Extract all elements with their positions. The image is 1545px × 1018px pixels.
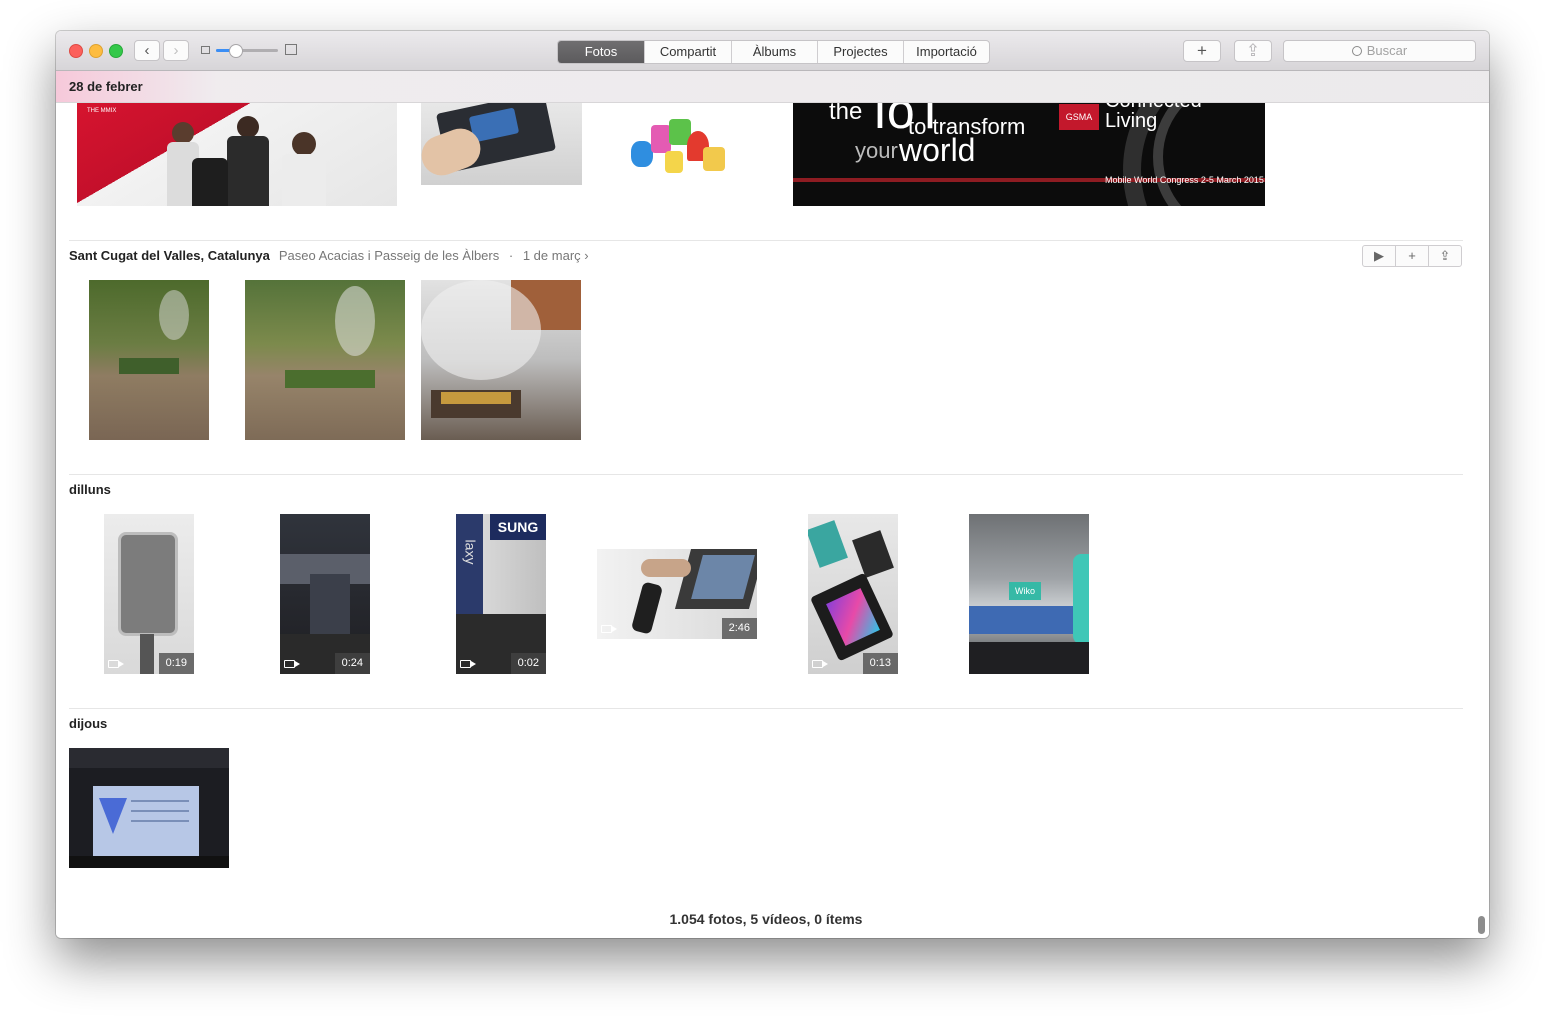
share-moment-button[interactable]: ⇪ bbox=[1428, 246, 1461, 266]
moment-title: Sant Cugat del Valles, Catalunya bbox=[69, 248, 270, 263]
video-camera-icon bbox=[284, 660, 300, 668]
tab-projectes[interactable]: Projectes bbox=[817, 41, 903, 63]
video-duration: 0:24 bbox=[334, 653, 370, 674]
video-camera-icon bbox=[108, 660, 124, 668]
add-button[interactable]: + bbox=[1183, 40, 1221, 62]
wiko-text: Wiko bbox=[1009, 582, 1041, 600]
search-field[interactable]: Buscar bbox=[1283, 40, 1476, 62]
video-thumbnail[interactable]: 0:24 bbox=[280, 514, 370, 674]
vertical-scrollbar[interactable] bbox=[1478, 916, 1485, 934]
video-thumbnail[interactable]: SUNG laxy 0:02 bbox=[456, 514, 546, 674]
poster-text: the bbox=[829, 102, 863, 125]
sticky-date-label: 28 de febrer bbox=[69, 79, 143, 94]
moment-header[interactable]: Sant Cugat del Valles, Catalunya Paseo Ac… bbox=[69, 248, 589, 263]
sticky-date-header: 28 de febrer bbox=[56, 71, 1489, 103]
moment-actions: ▶ + ⇪ bbox=[1362, 245, 1462, 267]
poster-text: Living bbox=[1105, 110, 1158, 132]
moment-header[interactable]: dilluns bbox=[69, 482, 111, 497]
video-duration: 0:02 bbox=[510, 653, 546, 674]
forward-button[interactable]: › bbox=[163, 40, 189, 61]
tab-importacio[interactable]: Importació bbox=[903, 41, 989, 63]
photo-thumbnail[interactable] bbox=[69, 748, 229, 868]
photo-thumbnail[interactable] bbox=[621, 111, 731, 186]
photo-thumbnail[interactable] bbox=[245, 280, 405, 440]
section-divider bbox=[69, 708, 1463, 709]
poster-text: your bbox=[855, 138, 898, 163]
photo-thumbnail[interactable] bbox=[421, 280, 581, 440]
zoom-slider[interactable] bbox=[216, 44, 278, 58]
search-placeholder: Buscar bbox=[1366, 43, 1408, 58]
moment-date: 1 de març › bbox=[522, 248, 589, 263]
add-to-button[interactable]: + bbox=[1395, 246, 1428, 266]
tab-compartit[interactable]: Compartit bbox=[644, 41, 731, 63]
video-camera-icon bbox=[601, 625, 617, 633]
poster-text: world bbox=[899, 132, 976, 168]
section-divider bbox=[69, 474, 1463, 475]
zoom-window-button[interactable] bbox=[109, 44, 123, 58]
video-thumbnail[interactable]: 2:46 bbox=[597, 549, 757, 639]
close-window-button[interactable] bbox=[69, 44, 83, 58]
video-badge: 0:13 bbox=[808, 652, 898, 674]
galaxy-text: laxy bbox=[462, 539, 479, 565]
video-badge: 0:24 bbox=[280, 652, 370, 674]
photos-window: ‹ › Fotos Compartit Àlbums Projectes Imp… bbox=[56, 31, 1489, 938]
photo-thumbnail[interactable]: THE MMIX bbox=[77, 102, 397, 206]
video-thumbnail[interactable]: 0:19 bbox=[104, 514, 194, 674]
play-slideshow-button[interactable]: ▶ bbox=[1363, 246, 1395, 266]
tab-albums[interactable]: Àlbums bbox=[731, 41, 817, 63]
moment-subtitle: Paseo Acacias i Passeig de les Àlbers bbox=[278, 248, 500, 263]
title-bar: ‹ › Fotos Compartit Àlbums Projectes Imp… bbox=[56, 31, 1489, 71]
photo-thumbnail[interactable]: the IoT to transform your world GSMA Con… bbox=[793, 102, 1265, 206]
samsung-text: SUNG bbox=[490, 514, 546, 540]
photo-thumbnail[interactable]: Wiko bbox=[969, 514, 1089, 674]
album-text: THE MMIX bbox=[87, 108, 117, 114]
share-button[interactable]: ⇪ bbox=[1234, 40, 1272, 62]
video-duration: 0:19 bbox=[158, 653, 194, 674]
back-button[interactable]: ‹ bbox=[134, 40, 160, 61]
video-badge: 0:02 bbox=[456, 652, 546, 674]
gsma-logo: GSMA bbox=[1059, 104, 1099, 130]
zoom-small-icon bbox=[201, 46, 210, 54]
photo-grid: 28 de febrer THE MMIX the IoT to transfo… bbox=[56, 71, 1489, 938]
tab-fotos[interactable]: Fotos bbox=[558, 41, 644, 63]
minimize-window-button[interactable] bbox=[89, 44, 103, 58]
moment-header[interactable]: dijous bbox=[69, 716, 107, 731]
moment-separator: · bbox=[508, 248, 514, 263]
video-camera-icon bbox=[812, 660, 828, 668]
search-icon bbox=[1351, 46, 1362, 56]
view-tabs: Fotos Compartit Àlbums Projectes Importa… bbox=[557, 40, 990, 64]
photo-thumbnail[interactable] bbox=[421, 102, 582, 185]
library-summary: 1.054 fotos, 5 vídeos, 0 ítems bbox=[669, 911, 863, 927]
section-divider bbox=[69, 240, 1463, 241]
zoom-large-icon bbox=[285, 44, 297, 55]
moment-title: dilluns bbox=[69, 482, 111, 497]
video-thumbnail[interactable]: 0:13 bbox=[808, 514, 898, 674]
poster-text: Mobile World Congress 2-5 March 2015 bbox=[1105, 175, 1264, 185]
video-duration: 0:13 bbox=[862, 653, 898, 674]
photo-thumbnail[interactable] bbox=[89, 280, 209, 440]
moment-title: dijous bbox=[69, 716, 108, 731]
video-camera-icon bbox=[460, 660, 476, 668]
video-badge: 2:46 bbox=[597, 617, 757, 639]
video-badge: 0:19 bbox=[104, 652, 194, 674]
zoom-slider-knob[interactable] bbox=[228, 44, 243, 58]
video-duration: 2:46 bbox=[721, 618, 757, 639]
